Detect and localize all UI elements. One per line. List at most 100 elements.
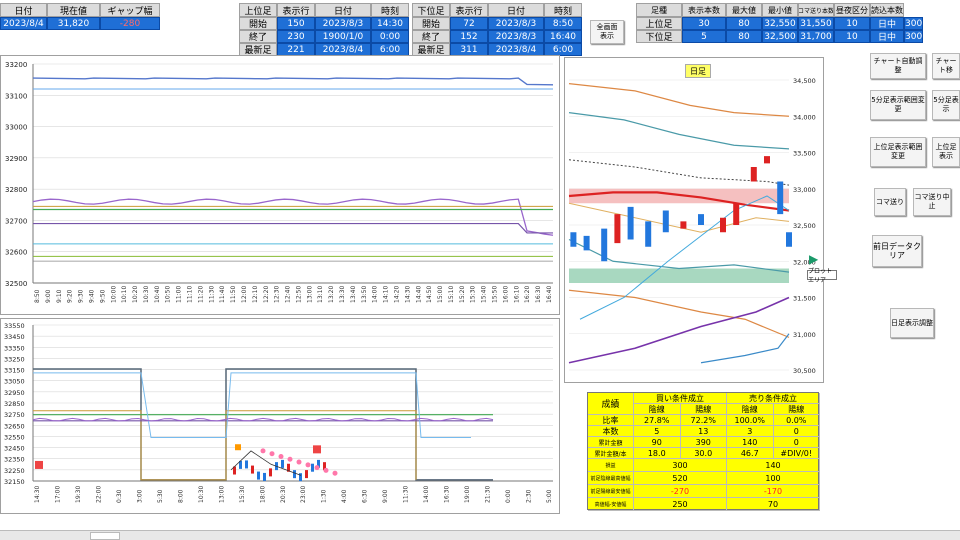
stats-merged-buy: -270 — [634, 485, 727, 498]
upper-range-change-button[interactable]: 上位足表示範囲変更 — [870, 137, 926, 167]
fullscreen-button[interactable]: 全画面 表示 — [590, 20, 624, 44]
upper_leg-header-col_time: 時刻 — [371, 3, 409, 17]
summary-row-label: 上位足 — [636, 17, 682, 30]
lower_leg-row-time[interactable]: 8:50 — [544, 17, 582, 30]
stats-row-value: 27.8% — [634, 415, 681, 426]
lower_leg-row-time[interactable]: 16:40 — [544, 30, 582, 43]
upper_leg-row-rows[interactable]: 230 — [277, 30, 315, 43]
x-tick-label: 15:00 — [437, 286, 444, 303]
prev-day-data-clear-button[interactable]: 前日データクリア — [872, 235, 922, 267]
summary-row-value[interactable]: 31,700 — [798, 30, 834, 43]
stats-merged-sell: 70 — [727, 498, 820, 511]
x-tick-label: 13:20 — [328, 286, 335, 303]
intraday-chart-top-svg: 33200 33100 33000 32900 32800 32700 32600 32500… — [5, 61, 554, 303]
y-tick-label: 32900 — [5, 155, 27, 163]
sheet-tab[interactable] — [90, 532, 120, 540]
x-tick-label: 14:00 — [423, 486, 430, 503]
stats-row-label: 累計金額 — [588, 437, 634, 448]
lower_leg-row-date[interactable]: 2023/8/3 — [488, 30, 544, 43]
x-tick-label: 9:00 — [382, 489, 389, 503]
x-tick-label: 15:30 — [239, 486, 246, 503]
frame-advance-stop-button[interactable]: コマ送り中止 — [913, 188, 951, 216]
y-tick-label: 33100 — [5, 92, 27, 100]
daily-candle — [777, 181, 784, 215]
y-tick-label: 32750 — [4, 411, 25, 419]
x-tick-label: 16:40 — [546, 286, 553, 303]
stats-merged-label: 前足陰線最高値幅 — [588, 472, 634, 485]
daily-candle — [680, 221, 687, 229]
summary-row-value: 10 — [834, 30, 870, 43]
x-tick-label: 11:00 — [176, 286, 183, 303]
lower_leg-row-date[interactable]: 2023/8/3 — [488, 17, 544, 30]
marker-dot — [278, 453, 284, 459]
marker-dot — [287, 456, 293, 462]
stats-merged-sell: 100 — [727, 472, 820, 485]
daily-chart[interactable]: 34,500 34,000 33,500 33,000 32,500 32,000 31,5… — [564, 57, 837, 383]
value-gap-width: -280 — [100, 17, 160, 30]
x-tick-label: 3:00 — [136, 489, 143, 503]
intraday-chart-bottom-svg: 33550 33450 33350 33250 33150 33050 32950 32850… — [4, 322, 553, 503]
daily-display-adjust-button[interactable]: 日足表示調整 — [890, 308, 934, 338]
x-tick-label: 0:00 — [505, 489, 512, 503]
x-tick-label: 13:00 — [306, 286, 313, 303]
upper_leg-row-date[interactable]: 2023/8/3 — [315, 17, 371, 30]
marker-dot — [332, 470, 338, 476]
x-tick-label: 9:50 — [99, 289, 106, 303]
candle — [299, 473, 302, 482]
upper_leg-row-rows[interactable]: 150 — [277, 17, 315, 30]
stats-row-value: 18.0 — [634, 448, 681, 459]
marker-dot — [260, 448, 266, 454]
lower-range-show-button[interactable]: 5分足表示 — [932, 90, 960, 120]
x-tick-label: 17:00 — [54, 486, 61, 503]
x-tick-label: 10:00 — [110, 286, 117, 303]
stats-row-value: #DIV/0! — [773, 448, 820, 459]
x-tick-label: 1:30 — [321, 489, 328, 503]
upper_leg-row-date[interactable]: 1900/1/0 — [315, 30, 371, 43]
chart-auto-adjust-button[interactable]: チャート自動調整 — [870, 53, 926, 79]
stats-buy-header: 買い条件成立 — [634, 393, 727, 404]
daily-candle — [786, 232, 792, 247]
stats-merged-label: 損益 — [588, 459, 634, 472]
stats-row-value: 46.7 — [727, 448, 774, 459]
daily-candle — [583, 235, 590, 251]
sheet-tab-bar[interactable] — [0, 530, 960, 540]
x-tick-label: 14:30 — [34, 486, 41, 503]
stats-row-value: 100.0% — [727, 415, 774, 426]
x-tick-label: 10:50 — [165, 286, 172, 303]
upper_leg-row-time[interactable]: 14:30 — [371, 17, 409, 30]
intraday-chart-bottom[interactable]: 33550 33450 33350 33250 33150 33050 32950 32850… — [0, 318, 560, 514]
y-tick-label: 30,500 — [793, 367, 816, 375]
x-tick-label: 10:40 — [154, 286, 161, 303]
x-tick-label: 13:50 — [361, 286, 368, 303]
y-tick-label: 32850 — [4, 400, 25, 408]
x-tick-label: 10:30 — [143, 286, 150, 303]
lower_leg-row-rows[interactable]: 152 — [450, 30, 488, 43]
summary-row-value[interactable]: 日中 — [870, 30, 904, 43]
intraday-chart-top[interactable]: 33200 33100 33000 32900 32800 32700 32600 32500… — [0, 55, 560, 315]
y-tick-label: 34,500 — [793, 77, 816, 85]
summary-row-value: 32,500 — [762, 30, 798, 43]
y-tick-label: 32350 — [4, 456, 25, 464]
stats-row-label: 累計金額/本 — [588, 448, 634, 459]
y-tick-label: 31,500 — [793, 295, 816, 303]
frame-advance-button[interactable]: コマ送り — [874, 188, 906, 216]
summary-row-value: 30 — [682, 17, 726, 30]
upper-show-button[interactable]: 上位足表示 — [932, 137, 960, 167]
x-tick-label: 8:50 — [34, 289, 41, 303]
lower_leg-row-label: 開始 — [412, 17, 450, 30]
stats-row-value: 0 — [773, 437, 820, 448]
candle — [245, 460, 248, 469]
y-tick-label: 33050 — [4, 378, 25, 386]
stats-merged-buy: 520 — [634, 472, 727, 485]
summary-row-value[interactable]: 31,550 — [798, 17, 834, 30]
daily-candle — [750, 167, 757, 182]
chart-move-button[interactable]: チャート移 — [932, 53, 960, 79]
upper_leg-header-col_date: 日付 — [315, 3, 371, 17]
upper_leg-row-time[interactable]: 0:00 — [371, 30, 409, 43]
x-tick-label: 15:30 — [470, 286, 477, 303]
lower_leg-row-rows[interactable]: 72 — [450, 17, 488, 30]
summary-row-value[interactable]: 日中 — [870, 17, 904, 30]
daily-candle — [764, 156, 770, 164]
lower-range-change-button[interactable]: 5分足表示範囲変更 — [870, 90, 926, 120]
stats-row-value: 72.2% — [680, 415, 727, 426]
